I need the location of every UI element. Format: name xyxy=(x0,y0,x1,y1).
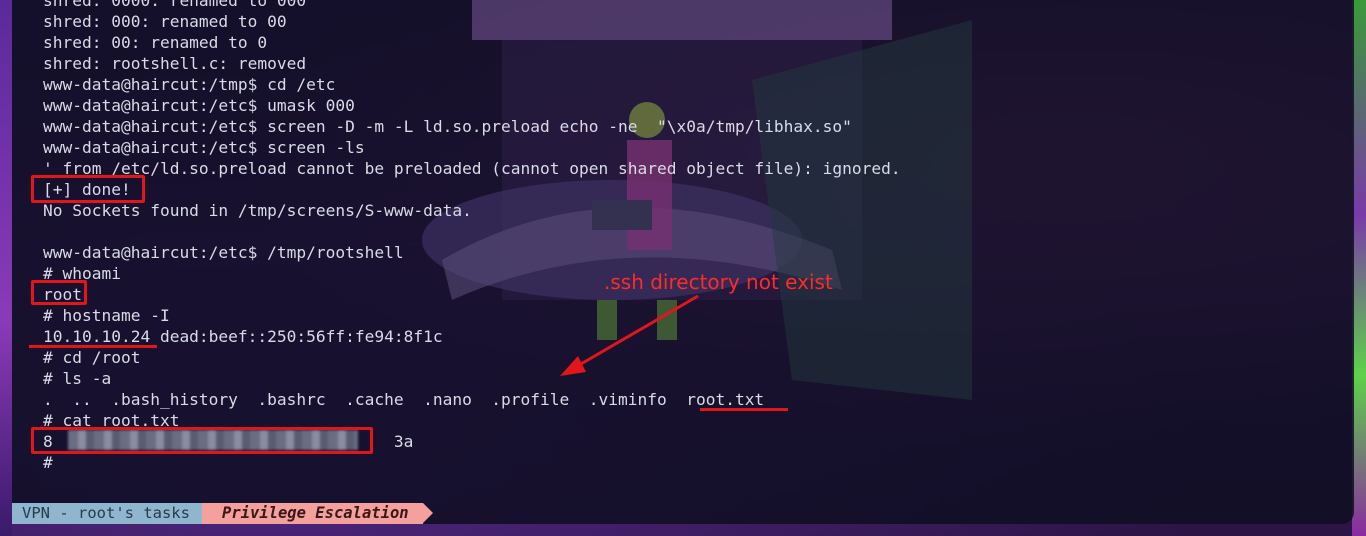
terminal-line: shred: 0000: renamed to 000 xyxy=(43,0,307,10)
terminal-line: www-data@haircut:/etc$ umask 000 xyxy=(43,96,355,115)
terminal-line: No Sockets found in /tmp/screens/S-www-d… xyxy=(43,201,472,220)
underline-root-txt xyxy=(700,408,788,411)
highlight-box-done xyxy=(31,175,145,203)
underline-ip-address xyxy=(29,345,157,348)
terminal-line: 10.10.10.24 dead:beef::250:56ff:fe94:8f1… xyxy=(43,327,443,346)
terminal-line: # xyxy=(43,453,53,472)
terminal-line: # cd /root xyxy=(43,348,141,367)
terminal-output: shred: 0000: renamed to 000 shred: 000: … xyxy=(43,0,901,473)
terminal-window[interactable]: shred: 0000: renamed to 000 shred: 000: … xyxy=(12,0,1354,524)
terminal-line: www-data@haircut:/tmp$ cd /etc xyxy=(43,75,336,94)
status-bar: VPN - root's tasks Privilege Escalation xyxy=(12,503,433,524)
terminal-line: shred: 000: renamed to 00 xyxy=(43,12,287,31)
highlight-box-root xyxy=(31,280,87,305)
terminal-line: www-data@haircut:/etc$ screen -D -m -L l… xyxy=(43,117,852,136)
terminal-line: www-data@haircut:/etc$ screen -ls xyxy=(43,138,365,157)
terminal-line: [+] done! xyxy=(43,180,131,199)
terminal-line: . .. .bash_history .bashrc .cache .nano … xyxy=(43,390,765,409)
highlight-box-flag xyxy=(31,427,373,454)
terminal-line: www-data@haircut:/etc$ /tmp/rootshell xyxy=(43,243,404,262)
terminal-line: # hostname -I xyxy=(43,306,170,325)
status-segment-tasks[interactable]: VPN - root's tasks xyxy=(12,503,212,524)
terminal-line: ' from /etc/ld.so.preload cannot be prel… xyxy=(43,159,901,178)
terminal-line: # ls -a xyxy=(43,369,112,388)
wallpaper-edge-right xyxy=(1352,0,1366,536)
terminal-line: shred: 00: renamed to 0 xyxy=(43,33,268,52)
status-segment-phase[interactable]: Privilege Escalation xyxy=(201,503,433,524)
terminal-line: shred: rootshell.c: removed xyxy=(43,54,307,73)
annotation-arrow xyxy=(560,294,699,376)
wallpaper-edge-left xyxy=(0,0,12,536)
